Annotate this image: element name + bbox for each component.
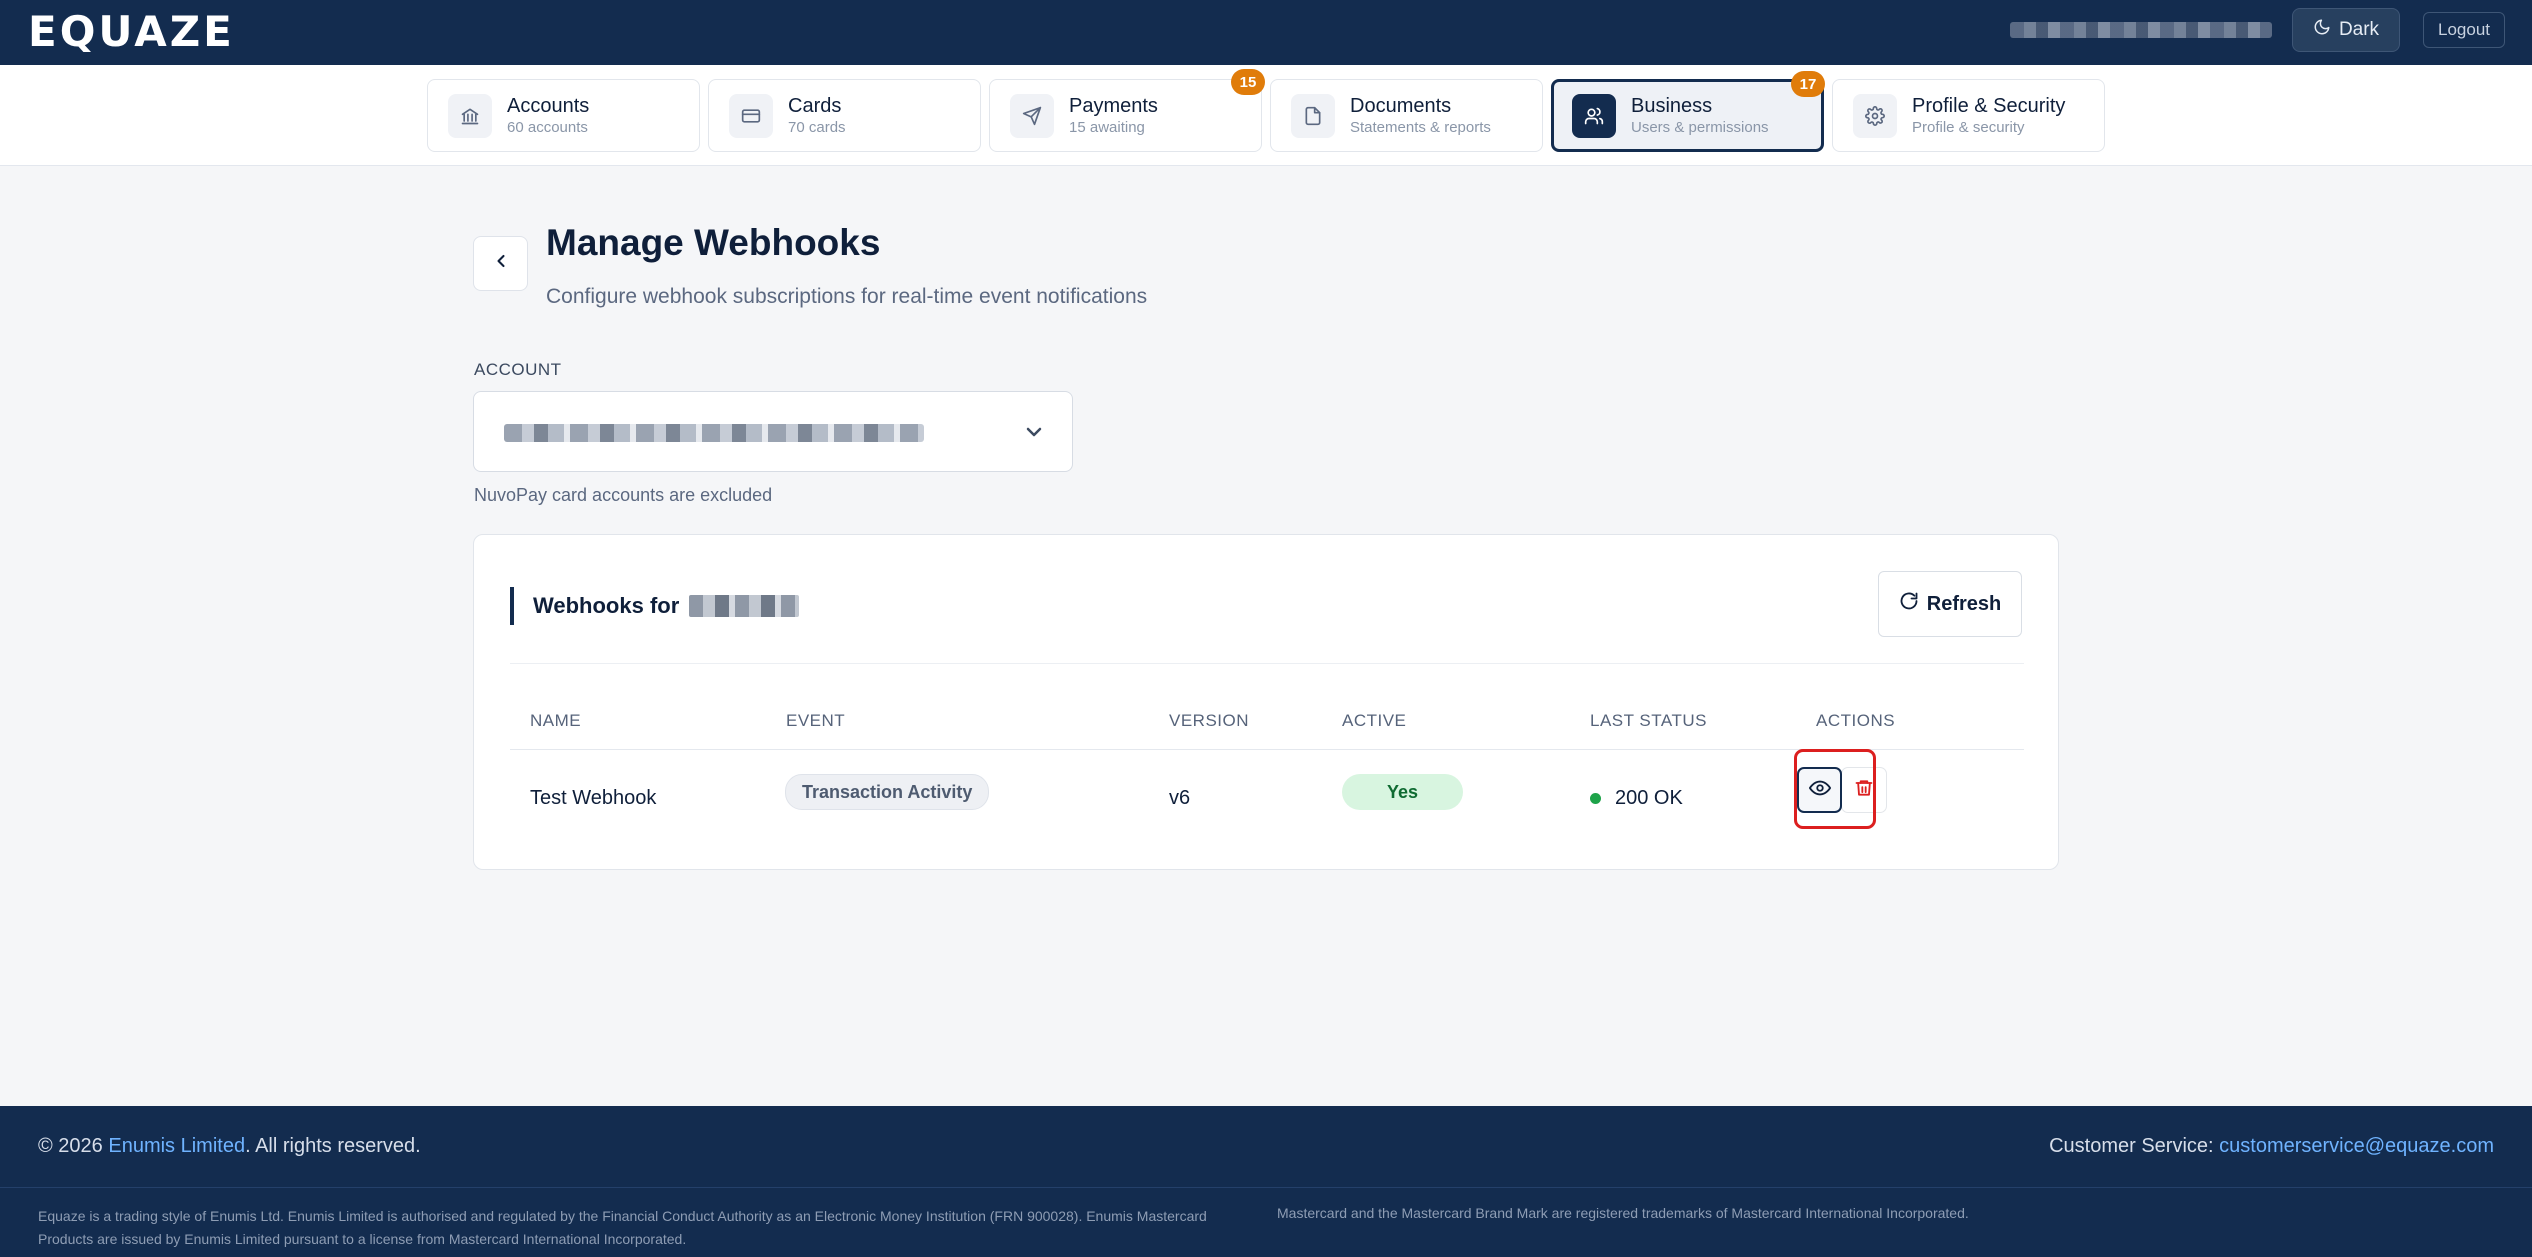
- eye-icon: [1808, 777, 1831, 804]
- webhooks-title-prefix: Webhooks for: [533, 593, 680, 618]
- tab-title: Business: [1631, 94, 1713, 117]
- theme-toggle-button[interactable]: Dark: [2292, 8, 2400, 52]
- tab-title: Accounts: [507, 94, 590, 117]
- footer-legal-text: Equaze is a trading style of Enumis Ltd.…: [38, 1208, 1207, 1247]
- tab-accounts[interactable]: Accounts 60 accounts: [427, 79, 700, 152]
- customer-service-email-link[interactable]: customerservice@equaze.com: [2219, 1135, 2494, 1157]
- tab-subtitle: 60 accounts: [507, 118, 588, 136]
- column-header-name: NAME: [530, 711, 582, 730]
- document-icon: [1291, 93, 1335, 138]
- tab-title: Cards: [788, 94, 842, 117]
- customer-service: Customer Service: customerservice@equaze…: [2049, 1135, 2494, 1158]
- card-accent-bar: [510, 587, 514, 625]
- logout-button[interactable]: Logout: [2423, 12, 2505, 48]
- tab-subtitle: Users & permissions: [1631, 118, 1769, 136]
- event-badge: Transaction Activity: [785, 774, 990, 810]
- card-divider: [510, 663, 2024, 664]
- equaze-logo[interactable]: EQUAZE: [28, 11, 235, 53]
- refresh-button[interactable]: Refresh: [1878, 571, 2022, 637]
- active-status-badge: Yes: [1342, 774, 1463, 810]
- account-note: NuvoPay card accounts are excluded: [474, 485, 773, 505]
- theme-toggle-label: Dark: [2338, 19, 2380, 40]
- top-bar: EQUAZE Dark Logout: [0, 0, 2532, 65]
- status-dot-icon: [1590, 792, 1601, 804]
- account-name-redacted: [689, 595, 800, 617]
- column-header-actions: ACTIONS: [1816, 711, 1896, 730]
- send-icon: [1010, 93, 1054, 138]
- webhook-version: v6: [1169, 786, 1191, 809]
- last-status-cell: 200 OK: [1590, 781, 1683, 815]
- tab-cards[interactable]: Cards 70 cards: [708, 79, 981, 152]
- active-cell: Yes: [1342, 774, 1463, 810]
- chevron-down-icon: [1022, 420, 1046, 449]
- refresh-label: Refresh: [1926, 592, 2002, 615]
- tab-title: Profile & Security: [1912, 94, 2066, 117]
- webhook-name: Test Webhook: [530, 786, 657, 809]
- page-title: Manage Webhooks: [546, 222, 881, 263]
- moon-icon: [2313, 18, 2331, 42]
- account-label: ACCOUNT: [474, 360, 562, 379]
- footer-copyright: © 2026 Enumis Limited. All rights reserv…: [38, 1135, 421, 1158]
- tab-subtitle: Profile & security: [1912, 118, 2025, 136]
- company-link[interactable]: Enumis Limited: [108, 1135, 245, 1157]
- account-select[interactable]: [473, 391, 1073, 472]
- account-value-redacted: [504, 424, 924, 442]
- view-webhook-button[interactable]: [1797, 767, 1842, 813]
- main-nav: [0, 65, 2532, 166]
- business-count-badge: 17: [1791, 71, 1825, 97]
- users-icon: [1572, 93, 1616, 138]
- tab-subtitle: 70 cards: [788, 118, 846, 136]
- tab-profile-security[interactable]: Profile & Security Profile & security: [1832, 79, 2105, 152]
- customer-service-label: Customer Service:: [2049, 1135, 2214, 1157]
- refresh-icon: [1899, 591, 1919, 617]
- copyright-suffix: . All rights reserved.: [245, 1135, 421, 1157]
- bank-icon: [448, 93, 492, 138]
- back-button[interactable]: [473, 236, 528, 291]
- payments-count-badge: 15: [1231, 69, 1265, 95]
- user-name-redacted: [2010, 22, 2272, 38]
- tab-subtitle: Statements & reports: [1350, 118, 1491, 136]
- tab-title: Payments: [1069, 94, 1158, 117]
- footer: © 2026 Enumis Limited. All rights reserv…: [0, 1106, 2532, 1257]
- tab-title: Documents: [1350, 94, 1452, 117]
- footer-divider: [0, 1187, 2532, 1188]
- tab-documents[interactable]: Documents Statements & reports: [1270, 79, 1543, 152]
- copyright-prefix: © 2026: [38, 1135, 103, 1157]
- tab-subtitle: 15 awaiting: [1069, 118, 1145, 136]
- last-status-text: 200 OK: [1615, 786, 1683, 809]
- footer-mastercard-text: Mastercard and the Mastercard Brand Mark…: [1277, 1205, 1969, 1221]
- column-header-version: VERSION: [1169, 711, 1250, 730]
- page-subtitle: Configure webhook subscriptions for real…: [546, 285, 1148, 308]
- webhooks-card: Webhooks for Refresh NAME EVENT VERSION …: [473, 534, 2059, 870]
- chevron-left-icon: [491, 251, 511, 276]
- credit-card-icon: [729, 93, 773, 138]
- tab-business[interactable]: Business Users & permissions 17: [1551, 71, 1825, 152]
- column-header-active: ACTIVE: [1342, 711, 1407, 730]
- webhooks-card-title: Webhooks for: [533, 593, 800, 619]
- column-header-event: EVENT: [786, 711, 846, 730]
- column-header-last-status: LAST STATUS: [1590, 711, 1707, 730]
- event-cell: Transaction Activity: [785, 774, 990, 810]
- gear-icon: [1853, 93, 1897, 138]
- tab-payments[interactable]: Payments 15 awaiting 15: [989, 69, 1265, 152]
